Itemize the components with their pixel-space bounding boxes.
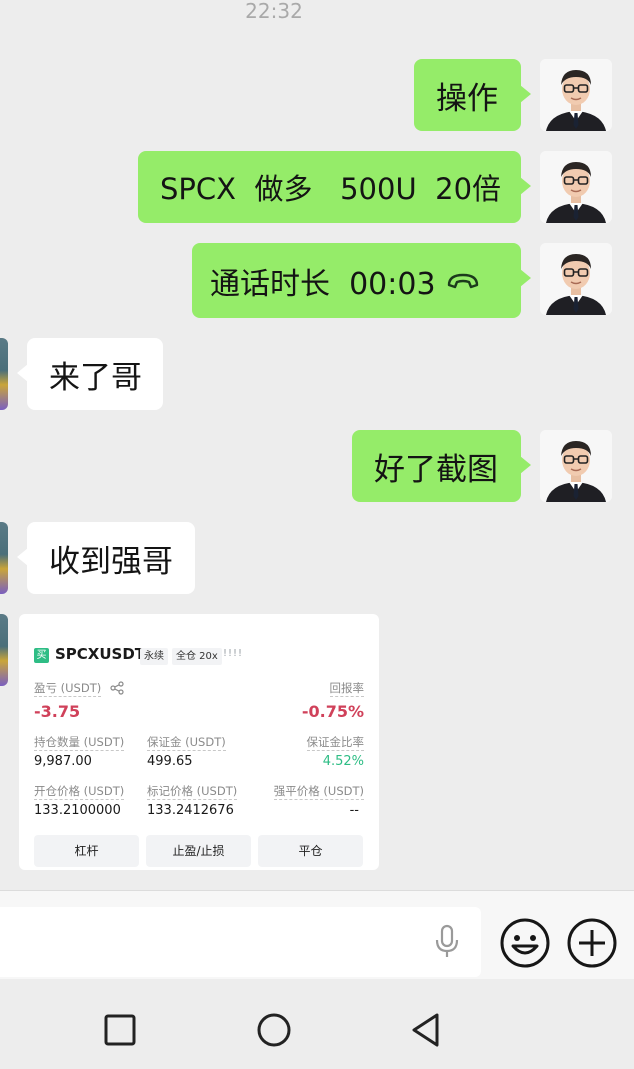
phone-hangup-icon xyxy=(446,263,480,299)
message-bubble[interactable]: 来了哥 xyxy=(17,338,163,410)
margin-label: 保证金 (USDT) xyxy=(147,735,226,751)
share-icon[interactable] xyxy=(110,680,124,699)
chat-input-bar xyxy=(0,890,634,979)
position-size-value: 9,987.00 xyxy=(34,754,92,769)
margin-mode-tag: 全仓 20x xyxy=(172,648,222,665)
message-input[interactable] xyxy=(0,907,481,977)
mark-price-value: 133.2412676 xyxy=(147,803,234,818)
contact-avatar[interactable] xyxy=(0,522,8,594)
margin-value: 499.65 xyxy=(147,754,193,769)
margin-ratio-label: 保证金比率 xyxy=(306,735,364,751)
roe-value: -0.75% xyxy=(301,702,364,721)
mark-price-label: 标记价格 (USDT) xyxy=(147,784,238,800)
entry-price-label: 开仓价格 (USDT) xyxy=(34,784,125,800)
liquidation-price-value: -- xyxy=(349,803,359,818)
message-text: 收到强哥 xyxy=(49,543,173,580)
margin-ratio-value: 4.52% xyxy=(322,754,364,769)
emoji-icon[interactable] xyxy=(499,917,551,973)
message-text: SPCX 做多 500U 20倍 xyxy=(160,172,502,206)
contact-avatar[interactable] xyxy=(0,614,8,686)
call-duration-bubble[interactable]: 通话时长 00:03 xyxy=(192,243,531,318)
home-icon[interactable] xyxy=(256,1012,292,1052)
perpetual-tag: 永续 xyxy=(140,648,168,665)
chat-timestamp: 22:32 xyxy=(245,0,303,23)
plus-icon[interactable] xyxy=(566,917,618,973)
contact-avatar[interactable] xyxy=(0,338,8,410)
recents-icon[interactable] xyxy=(104,1014,136,1050)
symbol-name: SPCXUSDT xyxy=(55,645,146,663)
entry-price-value: 133.2100000 xyxy=(34,803,121,818)
avatar[interactable] xyxy=(540,430,612,502)
system-nav-bar xyxy=(0,979,634,1069)
message-text: 好了截图 xyxy=(374,451,498,488)
position-size-label: 持仓数量 (USDT) xyxy=(34,735,125,751)
roe-label: 回报率 xyxy=(329,681,364,697)
tp-sl-button[interactable]: 止盈/止损 xyxy=(146,835,251,867)
avatar[interactable] xyxy=(540,151,612,223)
avatar[interactable] xyxy=(540,59,612,131)
message-bubble[interactable]: 操作 xyxy=(414,59,531,131)
message-bubble[interactable]: 收到强哥 xyxy=(17,522,195,594)
pnl-label: 盈亏 (USDT) xyxy=(34,681,102,697)
pnl-value: -3.75 xyxy=(34,702,81,721)
avatar[interactable] xyxy=(540,243,612,315)
back-icon[interactable] xyxy=(409,1012,443,1052)
message-text: 通话时长 00:03 xyxy=(210,266,436,302)
message-bubble[interactable]: SPCX 做多 500U 20倍 xyxy=(138,151,531,223)
message-text: 操作 xyxy=(436,80,498,117)
microphone-icon[interactable] xyxy=(434,924,460,964)
trade-screenshot[interactable]: 买 SPCXUSDT 永续 全仓 20x !!!! 盈亏 (USDT) -3.7… xyxy=(19,614,379,870)
message-bubble[interactable]: 好了截图 xyxy=(352,430,531,502)
message-text: 来了哥 xyxy=(49,359,142,396)
close-position-button[interactable]: 平仓 xyxy=(258,835,363,867)
liquidation-price-label: 强平价格 (USDT) xyxy=(273,784,364,800)
buy-badge: 买 xyxy=(34,648,49,663)
leverage-button[interactable]: 杠杆 xyxy=(34,835,139,867)
signal-indicator: !!!! xyxy=(223,648,244,659)
